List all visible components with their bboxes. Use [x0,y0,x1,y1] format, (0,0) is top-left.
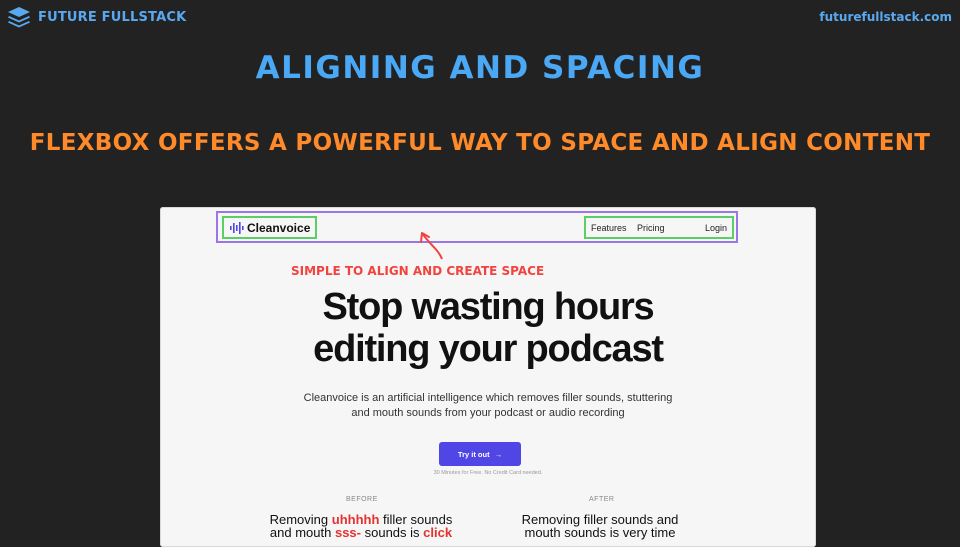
desc-line-2: and mouth sounds from your podcast or au… [351,407,625,419]
logo-outline: Cleanvoice [222,216,317,239]
hero-line-1: Stop wasting hours [322,286,655,328]
arrow-right-icon: → [494,449,503,459]
site-logo[interactable]: Cleanvoice [247,221,310,235]
slide-subtitle: FLEXBOX OFFERS A POWERFUL WAY TO SPACE A… [29,130,931,156]
curved-arrow-icon [420,232,443,260]
after-label: AFTER [589,496,615,503]
brand-name: FUTURE FULLSTACK [38,9,187,25]
site-url[interactable]: futurefullstack.com [819,10,952,24]
annotation: SIMPLE TO ALIGN AND CREATE SPACE [291,264,545,278]
nav-pricing[interactable]: Pricing [637,223,665,233]
before-text: Removing uhhhhh filler sounds and mouth … [251,513,471,539]
after-text: Removing filler sounds and mouth sounds … [490,513,710,539]
nav-links-outline: Features Pricing Login [584,216,734,239]
hero-description: Cleanvoice is an artificial intelligence… [160,391,816,421]
nav-login[interactable]: Login [705,223,727,233]
before-label: BEFORE [346,496,378,503]
waveform-icon [230,221,244,234]
mouth-sound-highlight: sss- [334,525,361,540]
before-text-part: and mouth [269,525,335,540]
before-text-part: sounds is [361,525,424,540]
after-line-2: mouth sounds is very time [524,525,676,540]
nav-features[interactable]: Features [591,223,627,233]
website-screenshot: Cleanvoice Features Pricing Login SIMPLE… [160,207,816,547]
hero-line-2: editing your podcast [313,328,664,370]
fine-print: 30 Minutes for Free. No Credit Card need… [433,470,543,476]
desc-line-1: Cleanvoice is an artificial intelligence… [303,392,673,404]
slide-title: ALIGNING AND SPACING [255,50,705,86]
try-it-out-button[interactable]: Try it out → [439,442,521,466]
cta-label: Try it out [457,449,490,459]
layers-stack-icon [8,7,30,28]
click-highlight: click [423,525,453,540]
brand: FUTURE FULLSTACK [6,5,186,29]
hero-heading: Stop wasting hours editing your podcast [160,286,816,370]
